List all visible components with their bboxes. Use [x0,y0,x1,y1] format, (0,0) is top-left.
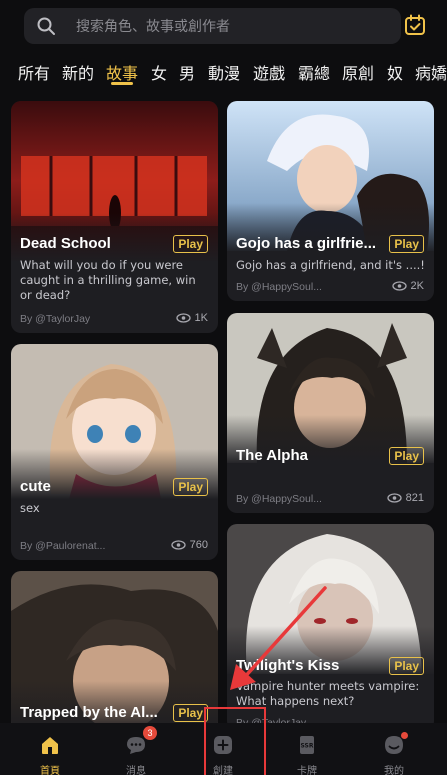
card-author[interactable]: By @HappySoul... [236,281,322,293]
nav-profile[interactable]: 我的 [364,723,424,775]
eye-icon [175,313,191,323]
card-author[interactable]: By @Paulorenat... [20,540,105,552]
search-input[interactable]: 搜索角色、故事或創作者 [76,16,230,36]
view-count-value: 760 [189,539,208,551]
card-title: Gojo has a girlfrie... [236,235,377,252]
play-badge[interactable]: Play [173,704,208,722]
card-description: sex [20,501,40,515]
play-badge[interactable]: Play [173,235,208,253]
tab-game[interactable]: 遊戲 [253,60,285,84]
play-badge[interactable]: Play [389,657,424,675]
active-tab-indicator [111,82,133,85]
view-count-value: 1K [194,312,208,324]
card-icon: SSR [300,736,314,754]
category-tabs: 所有 新的 故事 女 男 動漫 遊戲 霸總 原創 奴 病嬌 [0,56,447,88]
unread-badge: 3 [143,726,157,740]
view-count: 760 [170,539,208,551]
nav-messages[interactable]: 3 消息 [106,723,166,775]
story-card[interactable]: The Alpha Play By @HappySoul... 821 [227,313,434,513]
search-icon [37,17,55,35]
view-count: 821 [386,492,424,504]
tab-story[interactable]: 故事 [106,60,138,84]
card-title: The Alpha [236,447,308,464]
play-badge[interactable]: Play [173,478,208,496]
eye-icon [386,493,402,503]
tab-slave[interactable]: 奴 [387,60,403,84]
tab-yandere[interactable]: 病嬌 [415,60,447,84]
annotation-arrow-icon [230,586,327,690]
nav-home[interactable]: 首頁 [20,723,80,775]
card-author[interactable]: By @TaylorJay [20,313,90,325]
search-bar[interactable]: 搜索角色、故事或創作者 [24,8,401,44]
story-card[interactable]: Gojo has a girlfrie... Play Gojo has a g… [227,101,434,301]
tab-anime[interactable]: 動漫 [208,60,240,84]
tab-male[interactable]: 男 [179,60,195,84]
story-card[interactable]: cute Play sex By @Paulorenat... 760 [11,344,218,560]
notification-dot [401,732,408,739]
eye-icon [170,540,186,550]
card-title: cute [20,478,51,495]
eye-icon [391,281,407,291]
view-count-value: 821 [405,492,424,504]
home-icon [42,737,58,754]
story-card[interactable]: Trapped by the Al... Play [11,571,218,731]
nav-cards[interactable]: SSR 卡牌 [277,723,337,775]
tab-all[interactable]: 所有 [18,60,50,84]
view-count-value: 2K [410,280,424,292]
annotation-highlight-box [204,707,266,775]
tab-ceo[interactable]: 霸總 [298,60,330,84]
card-title: Dead School [20,235,111,252]
card-title: Trapped by the Al... [20,704,158,721]
view-count: 1K [175,312,208,324]
play-badge[interactable]: Play [389,447,424,465]
nav-label: 消息 [126,766,146,775]
top-bar: 搜索角色、故事或創作者 [0,0,447,52]
tab-new[interactable]: 新的 [62,60,94,84]
nav-label: 首頁 [40,766,60,775]
play-badge[interactable]: Play [389,235,424,253]
card-description: Gojo has a girlfriend, and it's ....! [236,258,425,272]
card-author[interactable]: By @HappySoul... [236,493,322,505]
story-card[interactable]: Dead School Play What will you do if you… [11,101,218,333]
nav-label: 我的 [384,766,404,775]
view-count: 2K [391,280,424,292]
nav-label: 卡牌 [297,766,317,775]
tab-original[interactable]: 原創 [342,60,374,84]
svg-text:SSR: SSR [301,743,314,750]
calendar-checkin-icon[interactable] [404,14,426,36]
card-description: What will you do if you were caught in a… [20,258,196,302]
tab-female[interactable]: 女 [151,60,167,84]
